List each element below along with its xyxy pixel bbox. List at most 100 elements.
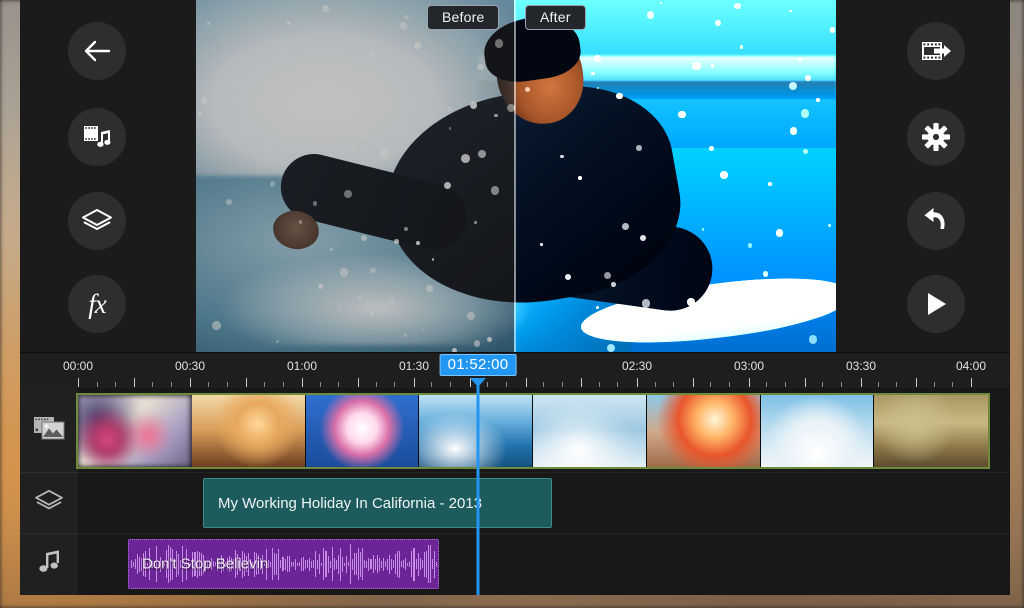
audio-clip[interactable]: Don't Stop Believin: [128, 539, 439, 589]
ruler-tick-minor: [338, 382, 339, 387]
ruler-tick-minor: [97, 382, 98, 387]
ruler-tick-minor: [171, 382, 172, 387]
back-button[interactable]: [68, 22, 126, 80]
play-icon: [923, 290, 949, 318]
ruler-tick-minor: [431, 382, 432, 387]
ruler-tick-minor: [785, 382, 786, 387]
layers-icon: [34, 488, 64, 519]
ruler-label: 04:00: [956, 359, 986, 373]
ruler-tick-major: [358, 378, 359, 387]
ruler-tick-major: [581, 378, 582, 387]
audio-clip-label: Don't Stop Believin: [142, 556, 268, 573]
settings-button[interactable]: [907, 108, 965, 166]
ruler-tick-minor: [543, 382, 544, 387]
video-clip-strip[interactable]: [76, 393, 990, 469]
track-header-title[interactable]: [20, 473, 78, 534]
left-toolbar: fx: [20, 0, 196, 352]
gear-icon: [921, 122, 951, 152]
ruler-label: 01:30: [399, 359, 429, 373]
ruler-tick-minor: [208, 382, 209, 387]
media-images-icon: [33, 415, 65, 446]
ruler-tick-major: [971, 378, 972, 387]
ruler-tick-minor: [506, 382, 507, 387]
undo-arrow-icon: [921, 207, 951, 235]
title-clip[interactable]: My Working Holiday In California - 2013: [203, 478, 552, 528]
ruler-tick-minor: [729, 382, 730, 387]
ruler-tick-minor: [766, 382, 767, 387]
title-clip-label: My Working Holiday In California - 2013: [218, 495, 482, 512]
timeline-panel[interactable]: 00:0000:3001:0001:3002:3003:0003:3004:00…: [20, 352, 1010, 595]
ruler-tick-major: [414, 378, 415, 387]
ruler-tick-minor: [227, 382, 228, 387]
before-after-divider[interactable]: [514, 0, 516, 352]
track-header-audio[interactable]: [20, 534, 78, 595]
ruler-tick-minor: [878, 382, 879, 387]
video-preview[interactable]: Before After: [196, 0, 836, 352]
layers-icon: [81, 207, 113, 235]
title-track-lane[interactable]: My Working Holiday In California - 2013: [78, 473, 1010, 534]
undo-button[interactable]: [907, 192, 965, 250]
ruler-tick-major: [637, 378, 638, 387]
ruler-tick-major: [78, 378, 79, 387]
ruler-tick-minor: [283, 382, 284, 387]
back-arrow-icon: [82, 36, 112, 66]
music-note-icon: [35, 549, 63, 580]
ruler-label: 00:00: [63, 359, 93, 373]
preview-before-half: [196, 0, 514, 352]
ruler-tick-minor: [487, 382, 488, 387]
ruler-tick-minor: [320, 382, 321, 387]
video-thumbnail[interactable]: [761, 395, 875, 467]
playhead-timecode[interactable]: 01:52:00: [440, 354, 517, 376]
after-label: After: [525, 5, 586, 30]
playhead-arrow-icon: [470, 378, 486, 387]
playhead-line[interactable]: [477, 386, 480, 595]
before-label: Before: [427, 5, 499, 30]
fx-icon: fx: [88, 289, 106, 320]
media-button[interactable]: [68, 108, 126, 166]
video-track-lane[interactable]: [78, 388, 1010, 473]
ruler-label: 01:00: [287, 359, 317, 373]
video-thumbnail[interactable]: [874, 395, 988, 467]
ruler-tick-minor: [450, 382, 451, 387]
ruler-tick-minor: [822, 382, 823, 387]
ruler-tick-minor: [152, 382, 153, 387]
play-button[interactable]: [907, 275, 965, 333]
ruler-tick-minor: [115, 382, 116, 387]
layers-button[interactable]: [68, 192, 126, 250]
ruler-tick-minor: [655, 382, 656, 387]
ruler-tick-minor: [934, 382, 935, 387]
ruler-tick-major: [246, 378, 247, 387]
ruler-tick-minor: [952, 382, 953, 387]
video-thumbnail[interactable]: [647, 395, 761, 467]
film-export-icon: [920, 38, 952, 64]
ruler-tick-major: [302, 378, 303, 387]
ruler-tick-minor: [896, 382, 897, 387]
ruler-tick-major: [134, 378, 135, 387]
preview-after-half: [514, 0, 836, 352]
ruler-tick-minor: [264, 382, 265, 387]
preview-stage: fx: [20, 0, 1010, 352]
video-thumbnail[interactable]: [78, 395, 192, 467]
ruler-tick-minor: [562, 382, 563, 387]
ruler-tick-major: [749, 378, 750, 387]
ruler-label: 00:30: [175, 359, 205, 373]
video-thumbnail[interactable]: [533, 395, 647, 467]
ruler-tick-minor: [710, 382, 711, 387]
ruler-tick-minor: [394, 382, 395, 387]
export-button[interactable]: [907, 22, 965, 80]
ruler-tick-minor: [599, 382, 600, 387]
ruler-tick-minor: [673, 382, 674, 387]
ruler-label: 03:00: [734, 359, 764, 373]
ruler-tick-major: [693, 378, 694, 387]
video-thumbnail[interactable]: [306, 395, 420, 467]
ruler-tick-major: [190, 378, 191, 387]
track-header-video[interactable]: [20, 388, 78, 473]
fx-button[interactable]: fx: [68, 275, 126, 333]
ruler-tick-major: [805, 378, 806, 387]
ruler-tick-minor: [617, 382, 618, 387]
video-thumbnail[interactable]: [192, 395, 306, 467]
ruler-tick-major: [916, 378, 917, 387]
audio-track-lane[interactable]: Don't Stop Believin: [78, 534, 1010, 595]
ruler-tick-minor: [376, 382, 377, 387]
right-toolbar: [834, 0, 1010, 352]
